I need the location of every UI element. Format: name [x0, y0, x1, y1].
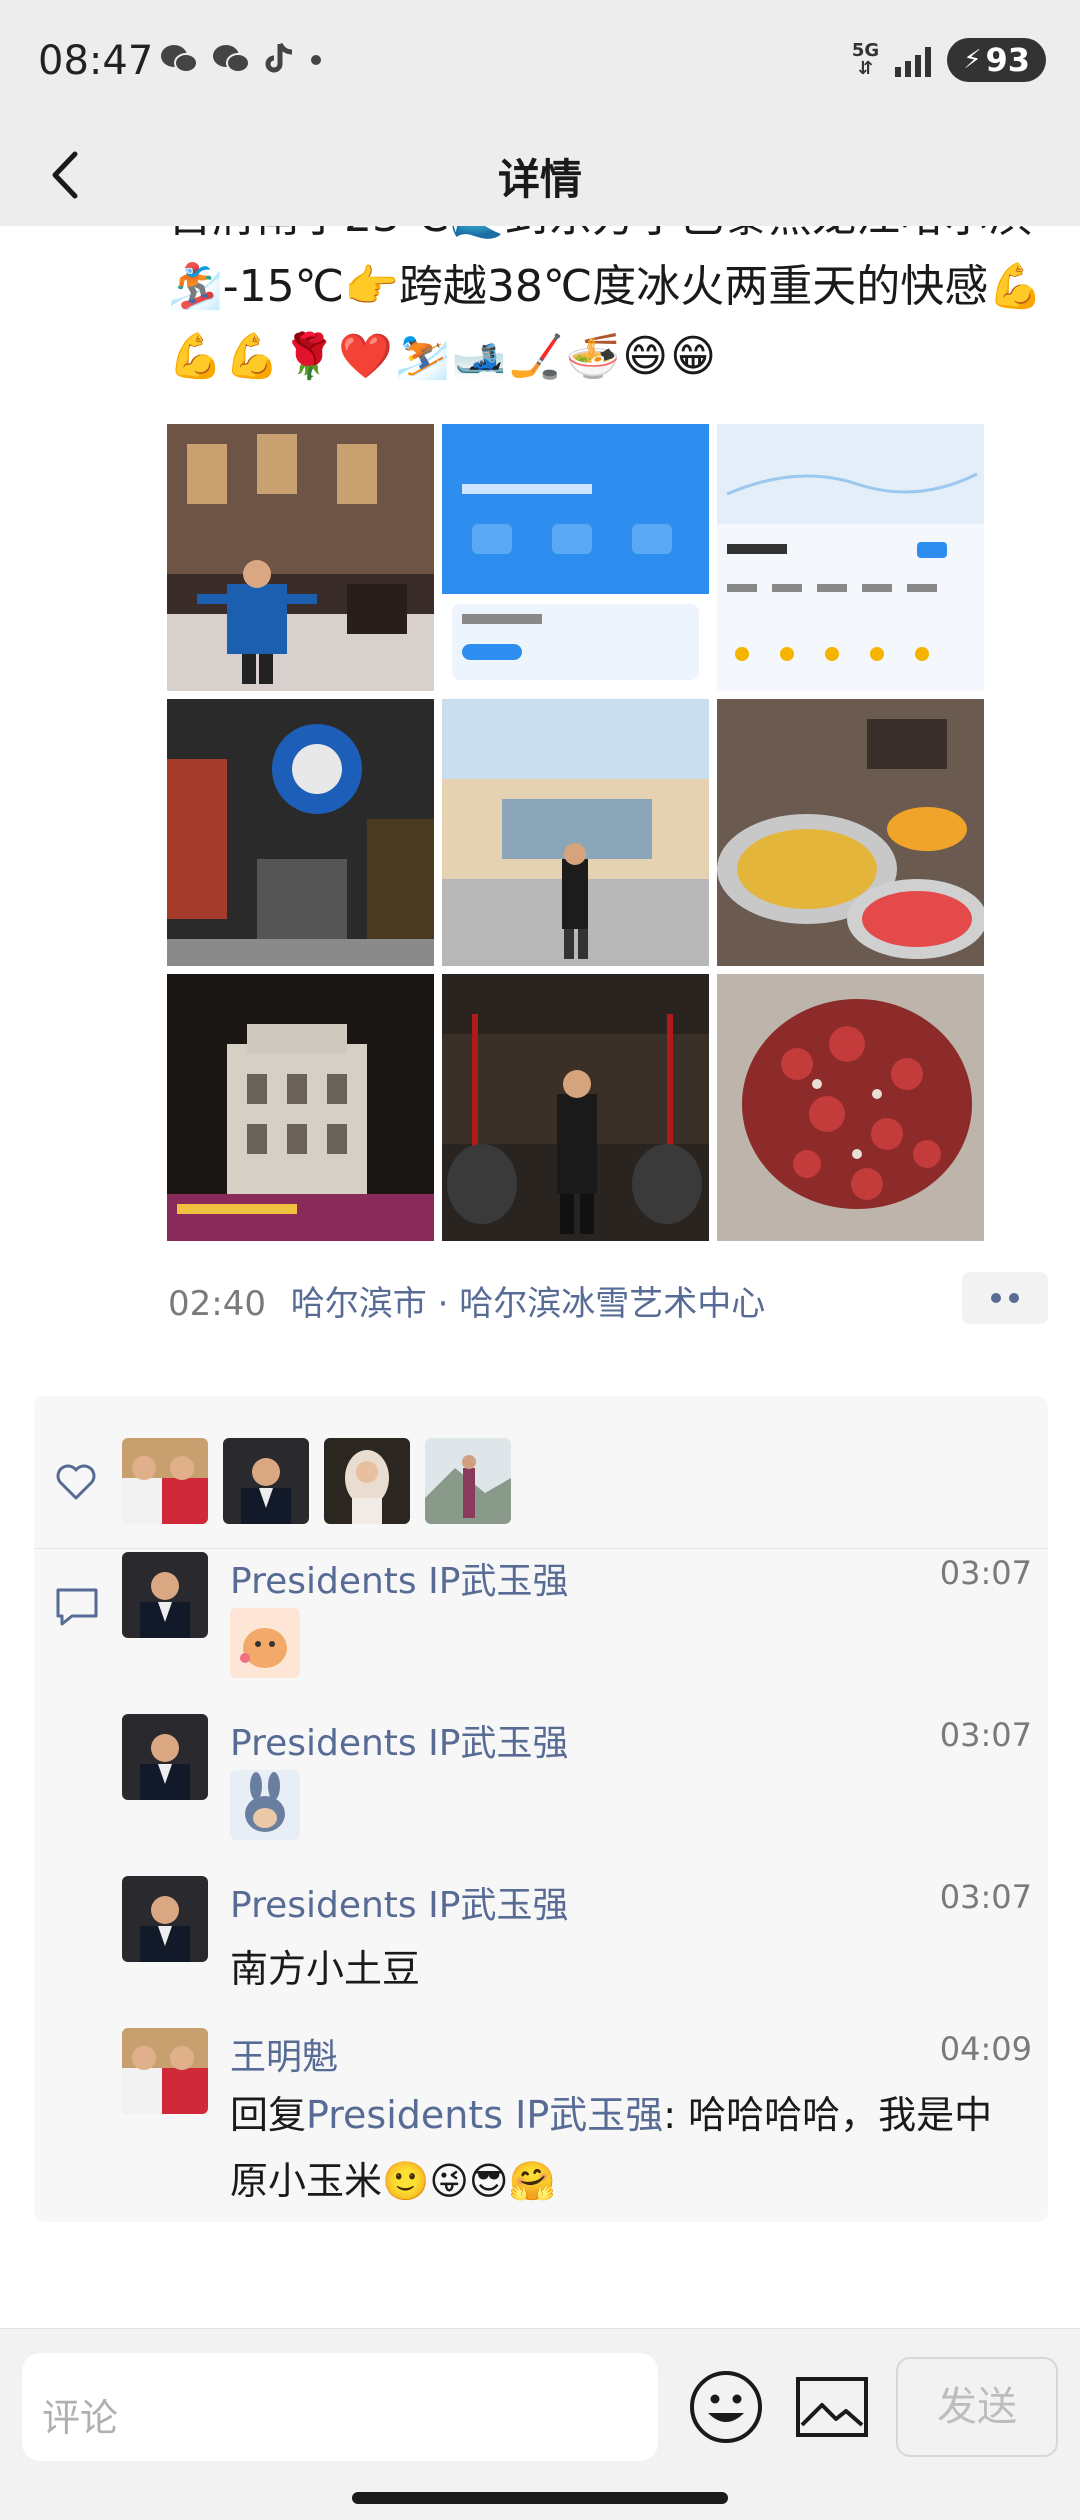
network-5g-icon: 5G ⇵: [851, 40, 880, 79]
avatar-two-men[interactable]: [122, 1438, 208, 1524]
signal-icon: [895, 43, 932, 77]
page-title: 详情: [497, 155, 582, 204]
comment-author[interactable]: Presidents IP武玉强: [230, 1552, 568, 1604]
status-time: 08:47: [38, 38, 154, 84]
post-emoji-line: 💪💪🌹❤️⛷️🎿🏒🍜😄😁: [168, 331, 719, 382]
comment-text: 回复Presidents IP武玉强: 哈哈哈哈，我是中原小玉米🙂😜😎🤗: [230, 2082, 1030, 2214]
more-actions-button[interactable]: [962, 1272, 1048, 1324]
red-flowers-basket-photo[interactable]: [717, 974, 984, 1241]
status-notification-icons: [160, 42, 324, 76]
send-button[interactable]: 发送: [896, 2357, 1058, 2457]
likes-divider: [34, 1548, 1048, 1549]
reply-to-user[interactable]: Presidents IP武玉强: [306, 2093, 663, 2137]
wechat-icon: [161, 45, 198, 73]
train-station-photo[interactable]: [442, 699, 709, 966]
comment-text: 南方小土豆: [230, 1947, 421, 1991]
like-avatars: [122, 1438, 511, 1524]
dot-icon: [991, 1293, 1001, 1303]
hotpot-dinner-photo[interactable]: [717, 699, 984, 966]
post-location[interactable]: 哈尔滨市 · 哈尔滨冰雪艺术中心: [291, 1284, 765, 1324]
tiktok-icon: [265, 42, 293, 73]
status-right-group: 5G ⇵ ⚡ 93: [852, 38, 1046, 82]
home-indicator[interactable]: [352, 2492, 728, 2504]
comment-item[interactable]: Presidents IP武玉强 03:07: [122, 1552, 1032, 1692]
post-text: 首府南宁23℃🌊到东方小巴黎黑龙江哈尔滨 🏂-15℃👉跨越38℃度冰火两重天的快…: [168, 191, 1048, 392]
avatar-suit-man[interactable]: [122, 1552, 208, 1638]
hotel-snow-night-photo[interactable]: [167, 424, 434, 691]
heart-outline-icon: [56, 1464, 96, 1500]
comment-author[interactable]: Presidents IP武玉强: [230, 1876, 568, 1928]
post-meta: 02:40 哈尔滨市 · 哈尔滨冰雪艺术中心: [168, 1276, 765, 1325]
header-cover: 详情: [0, 124, 1080, 226]
comment-item[interactable]: 王明魁 04:09 回复Presidents IP武玉强: 哈哈哈哈，我是中原小…: [122, 2028, 1032, 2218]
avatar-suit-man[interactable]: [223, 1438, 309, 1524]
comment-input[interactable]: 评论: [22, 2353, 658, 2461]
interaction-panel: Presidents IP武玉强 03:07 Presidents IP武玉强 …: [34, 1396, 1048, 2222]
comment-item[interactable]: Presidents IP武玉强 03:07 南方小土豆: [122, 1876, 1032, 2016]
image-icon[interactable]: [794, 2373, 870, 2443]
hamster-sticker[interactable]: [230, 1608, 300, 1678]
museum-bells-photo[interactable]: [442, 974, 709, 1241]
avatar-suit-man[interactable]: [122, 1876, 208, 1962]
comment-time: 03:07: [939, 1554, 1032, 1592]
reply-prefix: 回复: [230, 2093, 307, 2137]
battery-level: 93: [985, 41, 1030, 79]
post-text-line-2: 🏂-15℃👉跨越38℃度冰火两重天的快感💪: [168, 261, 1044, 312]
avatar-two-men[interactable]: [122, 2028, 208, 2114]
dot-icon: [1009, 1293, 1019, 1303]
avatar-woman-mountain[interactable]: [425, 1438, 511, 1524]
weather-forecast-screenshot[interactable]: [717, 424, 984, 691]
likes-row: [34, 1430, 1048, 1530]
comment-time: 03:07: [939, 1878, 1032, 1916]
comment-bubble-icon: [56, 1588, 98, 1626]
weather-app-screenshot[interactable]: [442, 424, 709, 691]
comment-author[interactable]: 王明魁: [230, 2028, 338, 2080]
avatar-suit-man[interactable]: [122, 1714, 208, 1800]
bunny-sticker[interactable]: [230, 1770, 300, 1840]
dot-icon: [311, 55, 321, 65]
comment-time: 03:07: [939, 1716, 1032, 1754]
battery-icon: ⚡ 93: [947, 38, 1046, 82]
wechat-icon: [213, 45, 250, 73]
comment-time: 04:09: [939, 2030, 1032, 2068]
smiley-face-icon[interactable]: [688, 2369, 764, 2445]
comment-item[interactable]: Presidents IP武玉强 03:07: [122, 1714, 1032, 1854]
comment-author[interactable]: Presidents IP武玉强: [230, 1714, 568, 1766]
night-street-building-photo[interactable]: [167, 974, 434, 1241]
restaurant-entrance-photo[interactable]: [167, 699, 434, 966]
post-time: 02:40: [168, 1284, 266, 1324]
avatar-bride[interactable]: [324, 1438, 410, 1524]
post-image-grid: [167, 424, 984, 1241]
status-bar: 08:47 5G ⇵ ⚡ 93: [0, 0, 1080, 124]
